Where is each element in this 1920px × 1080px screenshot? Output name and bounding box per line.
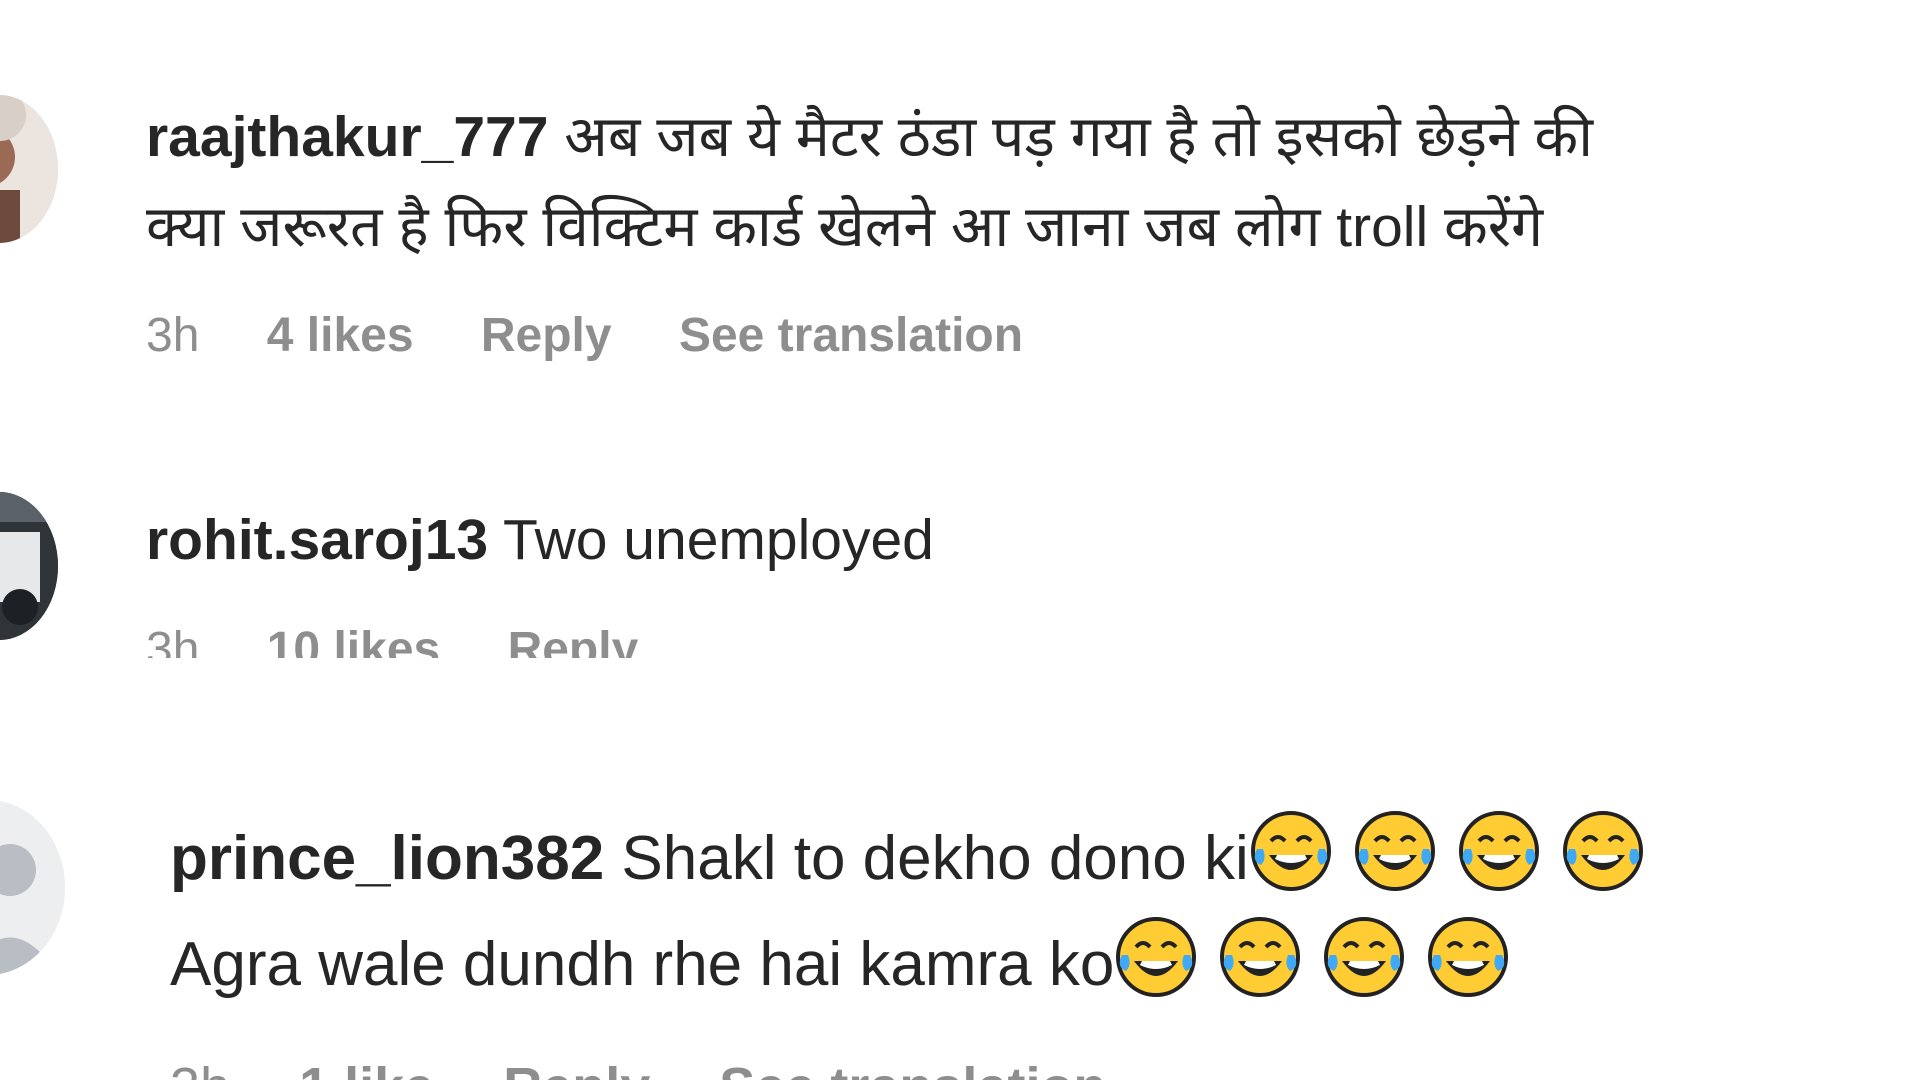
likes-count[interactable]: 10 likes (267, 623, 440, 658)
comment-meta: 3h 10 likes Reply (146, 620, 1046, 658)
comment-text-line1: Shakl to dekho dono ki (621, 824, 1249, 893)
comment-meta: 3h 1 like Reply See translation (170, 1052, 1570, 1080)
see-translation-button[interactable]: See translation (679, 309, 1023, 362)
comment-thread: raajthakur_777 अब जब ये मैटर ठंडा पड़ गय… (0, 0, 1920, 1080)
emoji-row-1 (1249, 811, 1645, 893)
see-translation-button[interactable]: See translation (719, 1057, 1106, 1080)
comment-text-line2: Agra wale dundh rhe hai kamra ko (170, 930, 1115, 999)
face-with-tears-of-joy-icon (1562, 811, 1643, 891)
comment-text: prince_lion382 Shakl to dekho dono ki (170, 806, 1645, 912)
reply-button[interactable]: Reply (508, 623, 639, 658)
avatar[interactable] (0, 800, 65, 975)
reply-button[interactable]: Reply (481, 309, 612, 362)
comment-text-line2: क्या जरूरत है फिर विक्टिम कार्ड खेलने आ … (146, 195, 1544, 259)
timestamp: 3h (170, 1057, 230, 1080)
face-with-tears-of-joy-icon (1428, 917, 1509, 997)
comment-text-line1: Two unemployed (502, 508, 934, 572)
comment-text-line1: अब जब ये मैटर ठंडा पड़ गया है तो इसको छे… (564, 105, 1593, 169)
face-with-tears-of-joy-icon (1354, 811, 1435, 891)
face-with-tears-of-joy-icon (1220, 917, 1301, 997)
comment-text-line2-row: Agra wale dundh rhe hai kamra ko (170, 912, 1645, 1018)
username-link[interactable]: prince_lion382 (170, 824, 604, 893)
avatar[interactable] (0, 95, 58, 243)
face-with-tears-of-joy-icon (1458, 811, 1539, 891)
username-link[interactable]: raajthakur_777 (146, 105, 548, 169)
comment-meta-clip: 3h 1 like Reply See translation (170, 1052, 1570, 1080)
face-with-tears-of-joy-icon (1116, 917, 1197, 997)
avatar[interactable] (0, 492, 58, 640)
timestamp: 3h (146, 309, 200, 362)
face-with-tears-of-joy-icon (1250, 811, 1331, 891)
comment-text: raajthakur_777 अब जब ये मैटर ठंडा पड़ गय… (146, 92, 1593, 182)
likes-count[interactable]: 4 likes (267, 309, 414, 362)
likes-count[interactable]: 1 like (299, 1057, 434, 1080)
face-with-tears-of-joy-icon (1324, 917, 1405, 997)
emoji-row-2 (1114, 917, 1510, 999)
comment-meta-clip: 3h 10 likes Reply (146, 620, 1046, 658)
comment-text: rohit.saroj13 Two unemployed (146, 495, 934, 585)
comment-meta: 3h 4 likes Reply See translation (146, 308, 1593, 363)
reply-button[interactable]: Reply (503, 1057, 650, 1080)
username-link[interactable]: rohit.saroj13 (146, 508, 488, 572)
timestamp: 3h (146, 623, 200, 658)
